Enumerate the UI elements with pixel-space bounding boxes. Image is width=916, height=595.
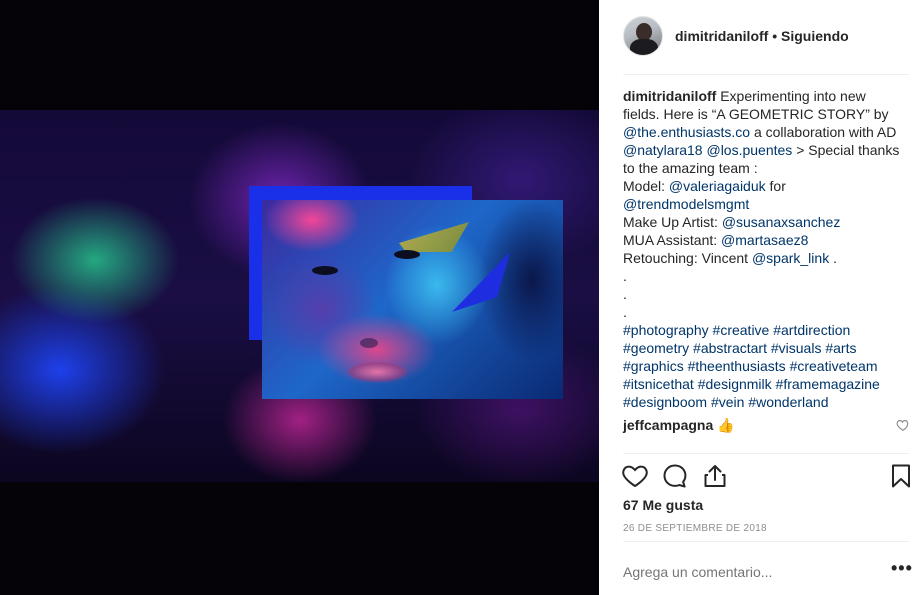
- caption-line: .: [623, 285, 913, 303]
- share-icon[interactable]: [701, 462, 729, 490]
- instagram-post-view: dimitridaniloff • Siguiendo dimitridanil…: [0, 0, 916, 595]
- hashtag-line: #designboom #vein #wonderland: [623, 393, 913, 411]
- caption-text: to the amazing team :: [623, 160, 758, 176]
- caption-text: Make Up Artist:: [623, 214, 718, 230]
- caption-text: .: [623, 286, 627, 302]
- header-username[interactable]: dimitridaniloff: [675, 28, 768, 44]
- caption-line: Retouching: Vincent @spark_link .: [623, 249, 913, 267]
- post-date[interactable]: 26 DE SEPTIEMBRE DE 2018: [623, 523, 767, 534]
- hashtag-line: #graphics #theenthusiasts #creativeteam: [623, 357, 913, 375]
- hashtag-link[interactable]: #designboom: [623, 394, 707, 410]
- caption-line: @the.enthusiasts.co a collaboration with…: [623, 123, 913, 141]
- caption-line: .: [623, 303, 913, 321]
- hashtag-link[interactable]: #vein: [711, 394, 744, 410]
- post-caption: dimitridaniloff Experimenting into new f…: [623, 87, 913, 411]
- hashtag-line: #photography #creative #artdirection: [623, 321, 913, 339]
- caption-text: > Special thanks: [796, 142, 900, 158]
- comment-bubble-icon[interactable]: [661, 462, 689, 490]
- hashtag-link[interactable]: #theenthusiasts: [688, 358, 786, 374]
- likes-count[interactable]: 67 Me gusta: [623, 497, 703, 513]
- caption-text: .: [623, 268, 627, 284]
- avatar-body: [630, 39, 658, 55]
- caption-line: .: [623, 267, 913, 285]
- caption-text: fields. Here is “A GEOMETRIC STORY” by: [623, 106, 889, 122]
- caption-line: @natylara18 @los.puentes > Special thank…: [623, 141, 913, 159]
- post-header: dimitridaniloff • Siguiendo: [599, 0, 916, 74]
- caption-line: @trendmodelsmgmt: [623, 195, 913, 213]
- caption-line: fields. Here is “A GEOMETRIC STORY” by: [623, 105, 913, 123]
- caption-text: Retouching: Vincent: [623, 250, 749, 266]
- caption-line: Make Up Artist: @susanaxsanchez: [623, 213, 913, 231]
- hashtag-link[interactable]: #creative: [713, 322, 770, 338]
- left-eye: [312, 266, 338, 275]
- hashtag-link[interactable]: #creativeteam: [790, 358, 878, 374]
- post-side-panel: dimitridaniloff • Siguiendo dimitridanil…: [599, 0, 916, 595]
- hashtag-link[interactable]: #geometry: [623, 340, 689, 356]
- comment-row: jeffcampagna 👍: [623, 416, 735, 434]
- post-header-text: dimitridaniloff • Siguiendo: [675, 28, 849, 44]
- post-media[interactable]: [0, 0, 599, 595]
- caption-text: MUA Assistant:: [623, 232, 718, 248]
- hashtag-link[interactable]: #arts: [825, 340, 856, 356]
- header-separator: •: [772, 28, 778, 44]
- hashtag-link[interactable]: #abstractart: [693, 340, 767, 356]
- caption-text: .: [833, 250, 837, 266]
- blue-triangle-shape: [452, 252, 510, 312]
- hashtag-line: #itsnicethat #designmilk #framemagazine: [623, 375, 913, 393]
- mention-link[interactable]: @spark_link: [752, 250, 829, 266]
- mention-link[interactable]: @the.enthusiasts.co: [623, 124, 750, 140]
- hashtag-link[interactable]: #artdirection: [773, 322, 850, 338]
- mention-link[interactable]: @valeriagaiduk: [669, 178, 766, 194]
- caption-text: a collaboration with AD: [753, 124, 897, 140]
- hashtag-link[interactable]: #visuals: [771, 340, 822, 356]
- hashtag-link[interactable]: #photography: [623, 322, 709, 338]
- caption-username[interactable]: dimitridaniloff: [623, 88, 716, 104]
- caption-line: MUA Assistant: @martasaez8: [623, 231, 913, 249]
- caption-line: dimitridaniloff Experimenting into new: [623, 87, 913, 105]
- comment-input[interactable]: [623, 562, 873, 582]
- follow-status-button[interactable]: Siguiendo: [781, 28, 849, 44]
- hashtag-link[interactable]: #itsnicethat: [623, 376, 694, 392]
- heart-icon[interactable]: [621, 462, 649, 490]
- mention-link[interactable]: @trendmodelsmgmt: [623, 196, 749, 212]
- caption-line: to the amazing team :: [623, 159, 913, 177]
- portrait-image: [262, 200, 563, 399]
- caption-line: Model: @valeriagaiduk for: [623, 177, 913, 195]
- bookmark-icon[interactable]: [887, 462, 915, 490]
- gold-eye-shape: [399, 222, 469, 252]
- hashtag-line: #geometry #abstractart #visuals #arts: [623, 339, 913, 357]
- mention-link[interactable]: @natylara18: [623, 142, 703, 158]
- comment-username[interactable]: jeffcampagna: [623, 417, 713, 433]
- caption-text: .: [623, 304, 627, 320]
- hashtag-link[interactable]: #framemagazine: [776, 376, 880, 392]
- mention-link[interactable]: @martasaez8: [721, 232, 808, 248]
- more-options-button[interactable]: •••: [891, 558, 913, 579]
- divider: [623, 74, 909, 75]
- avatar[interactable]: [623, 16, 663, 56]
- hashtag-link[interactable]: #graphics: [623, 358, 684, 374]
- divider: [623, 453, 909, 454]
- nose-shadow: [360, 338, 378, 348]
- caption-text: Experimenting into new: [720, 88, 866, 104]
- heart-icon[interactable]: [896, 418, 910, 432]
- divider: [623, 541, 909, 542]
- hashtag-link[interactable]: #wonderland: [748, 394, 828, 410]
- lips: [347, 362, 407, 382]
- right-eye: [394, 250, 420, 259]
- mention-link[interactable]: @susanaxsanchez: [722, 214, 841, 230]
- caption-text: Model:: [623, 178, 666, 194]
- caption-text: for: [769, 178, 786, 194]
- mention-link[interactable]: @los.puentes: [706, 142, 792, 158]
- comment-text: 👍: [717, 417, 735, 433]
- post-photo: [0, 110, 599, 482]
- hashtag-link[interactable]: #designmilk: [698, 376, 772, 392]
